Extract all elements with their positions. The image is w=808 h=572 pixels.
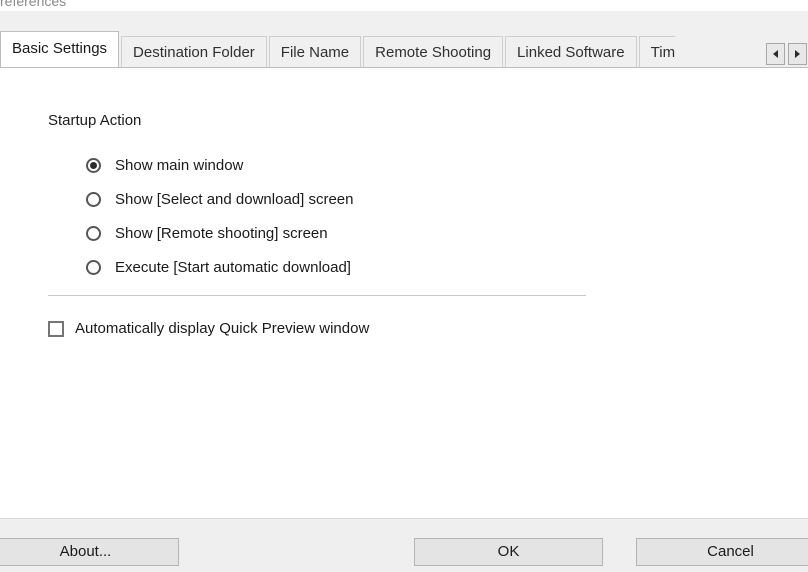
radio-indicator-icon[interactable] bbox=[86, 157, 101, 173]
preferences-dialog: references Basic Settings Destination Fo… bbox=[0, 0, 808, 572]
checkbox-label: Automatically display Quick Preview wind… bbox=[75, 320, 370, 337]
tab-time-settings[interactable]: Tim bbox=[638, 36, 676, 67]
radio-indicator-icon[interactable] bbox=[86, 225, 101, 241]
triangle-left-icon bbox=[773, 50, 778, 58]
window-title: references bbox=[0, 0, 67, 9]
radio-show-select-and-download[interactable]: Show [Select and download] screen bbox=[86, 182, 353, 216]
tab-remote-shooting[interactable]: Remote Shooting bbox=[363, 36, 504, 67]
radio-label: Show [Select and download] screen bbox=[115, 190, 354, 208]
tab-panel-basic-settings: Startup Action Show main window Show [Se… bbox=[0, 67, 808, 518]
dialog-body: Basic Settings Destination Folder File N… bbox=[0, 11, 808, 572]
startup-action-label: Startup Action bbox=[48, 112, 142, 129]
tab-strip: Basic Settings Destination Folder File N… bbox=[0, 11, 808, 67]
tab-destination-folder[interactable]: Destination Folder bbox=[121, 36, 267, 67]
tab-basic-settings[interactable]: Basic Settings bbox=[0, 31, 120, 67]
checkbox-indicator-icon[interactable] bbox=[48, 320, 64, 337]
cancel-button[interactable]: Cancel bbox=[636, 538, 808, 566]
section-divider bbox=[48, 295, 586, 296]
radio-label: Execute [Start automatic download] bbox=[115, 258, 351, 276]
startup-action-radio-group: Show main window Show [Select and downlo… bbox=[86, 148, 353, 284]
radio-show-remote-shooting[interactable]: Show [Remote shooting] screen bbox=[86, 216, 353, 250]
tab-scroll-controls bbox=[766, 43, 807, 65]
tab-scroll-right-button[interactable] bbox=[788, 43, 807, 65]
dialog-footer: About... OK Cancel bbox=[0, 518, 808, 572]
checkbox-quick-preview-window[interactable]: Automatically display Quick Preview wind… bbox=[48, 320, 369, 337]
ok-button[interactable]: OK bbox=[414, 538, 603, 566]
about-button[interactable]: About... bbox=[0, 538, 179, 566]
tab-list: Basic Settings Destination Folder File N… bbox=[0, 31, 676, 67]
radio-execute-start-automatic-download[interactable]: Execute [Start automatic download] bbox=[86, 250, 353, 284]
radio-label: Show [Remote shooting] screen bbox=[115, 224, 328, 242]
tab-file-name[interactable]: File Name bbox=[268, 36, 362, 67]
tab-scroll-left-button[interactable] bbox=[766, 43, 785, 65]
window-titlebar: references bbox=[0, 0, 808, 11]
tab-linked-software[interactable]: Linked Software bbox=[505, 36, 637, 67]
radio-label: Show main window bbox=[115, 156, 244, 174]
triangle-right-icon bbox=[795, 50, 800, 58]
radio-indicator-icon[interactable] bbox=[86, 259, 101, 275]
radio-show-main-window[interactable]: Show main window bbox=[86, 148, 353, 182]
radio-indicator-icon[interactable] bbox=[86, 191, 101, 207]
